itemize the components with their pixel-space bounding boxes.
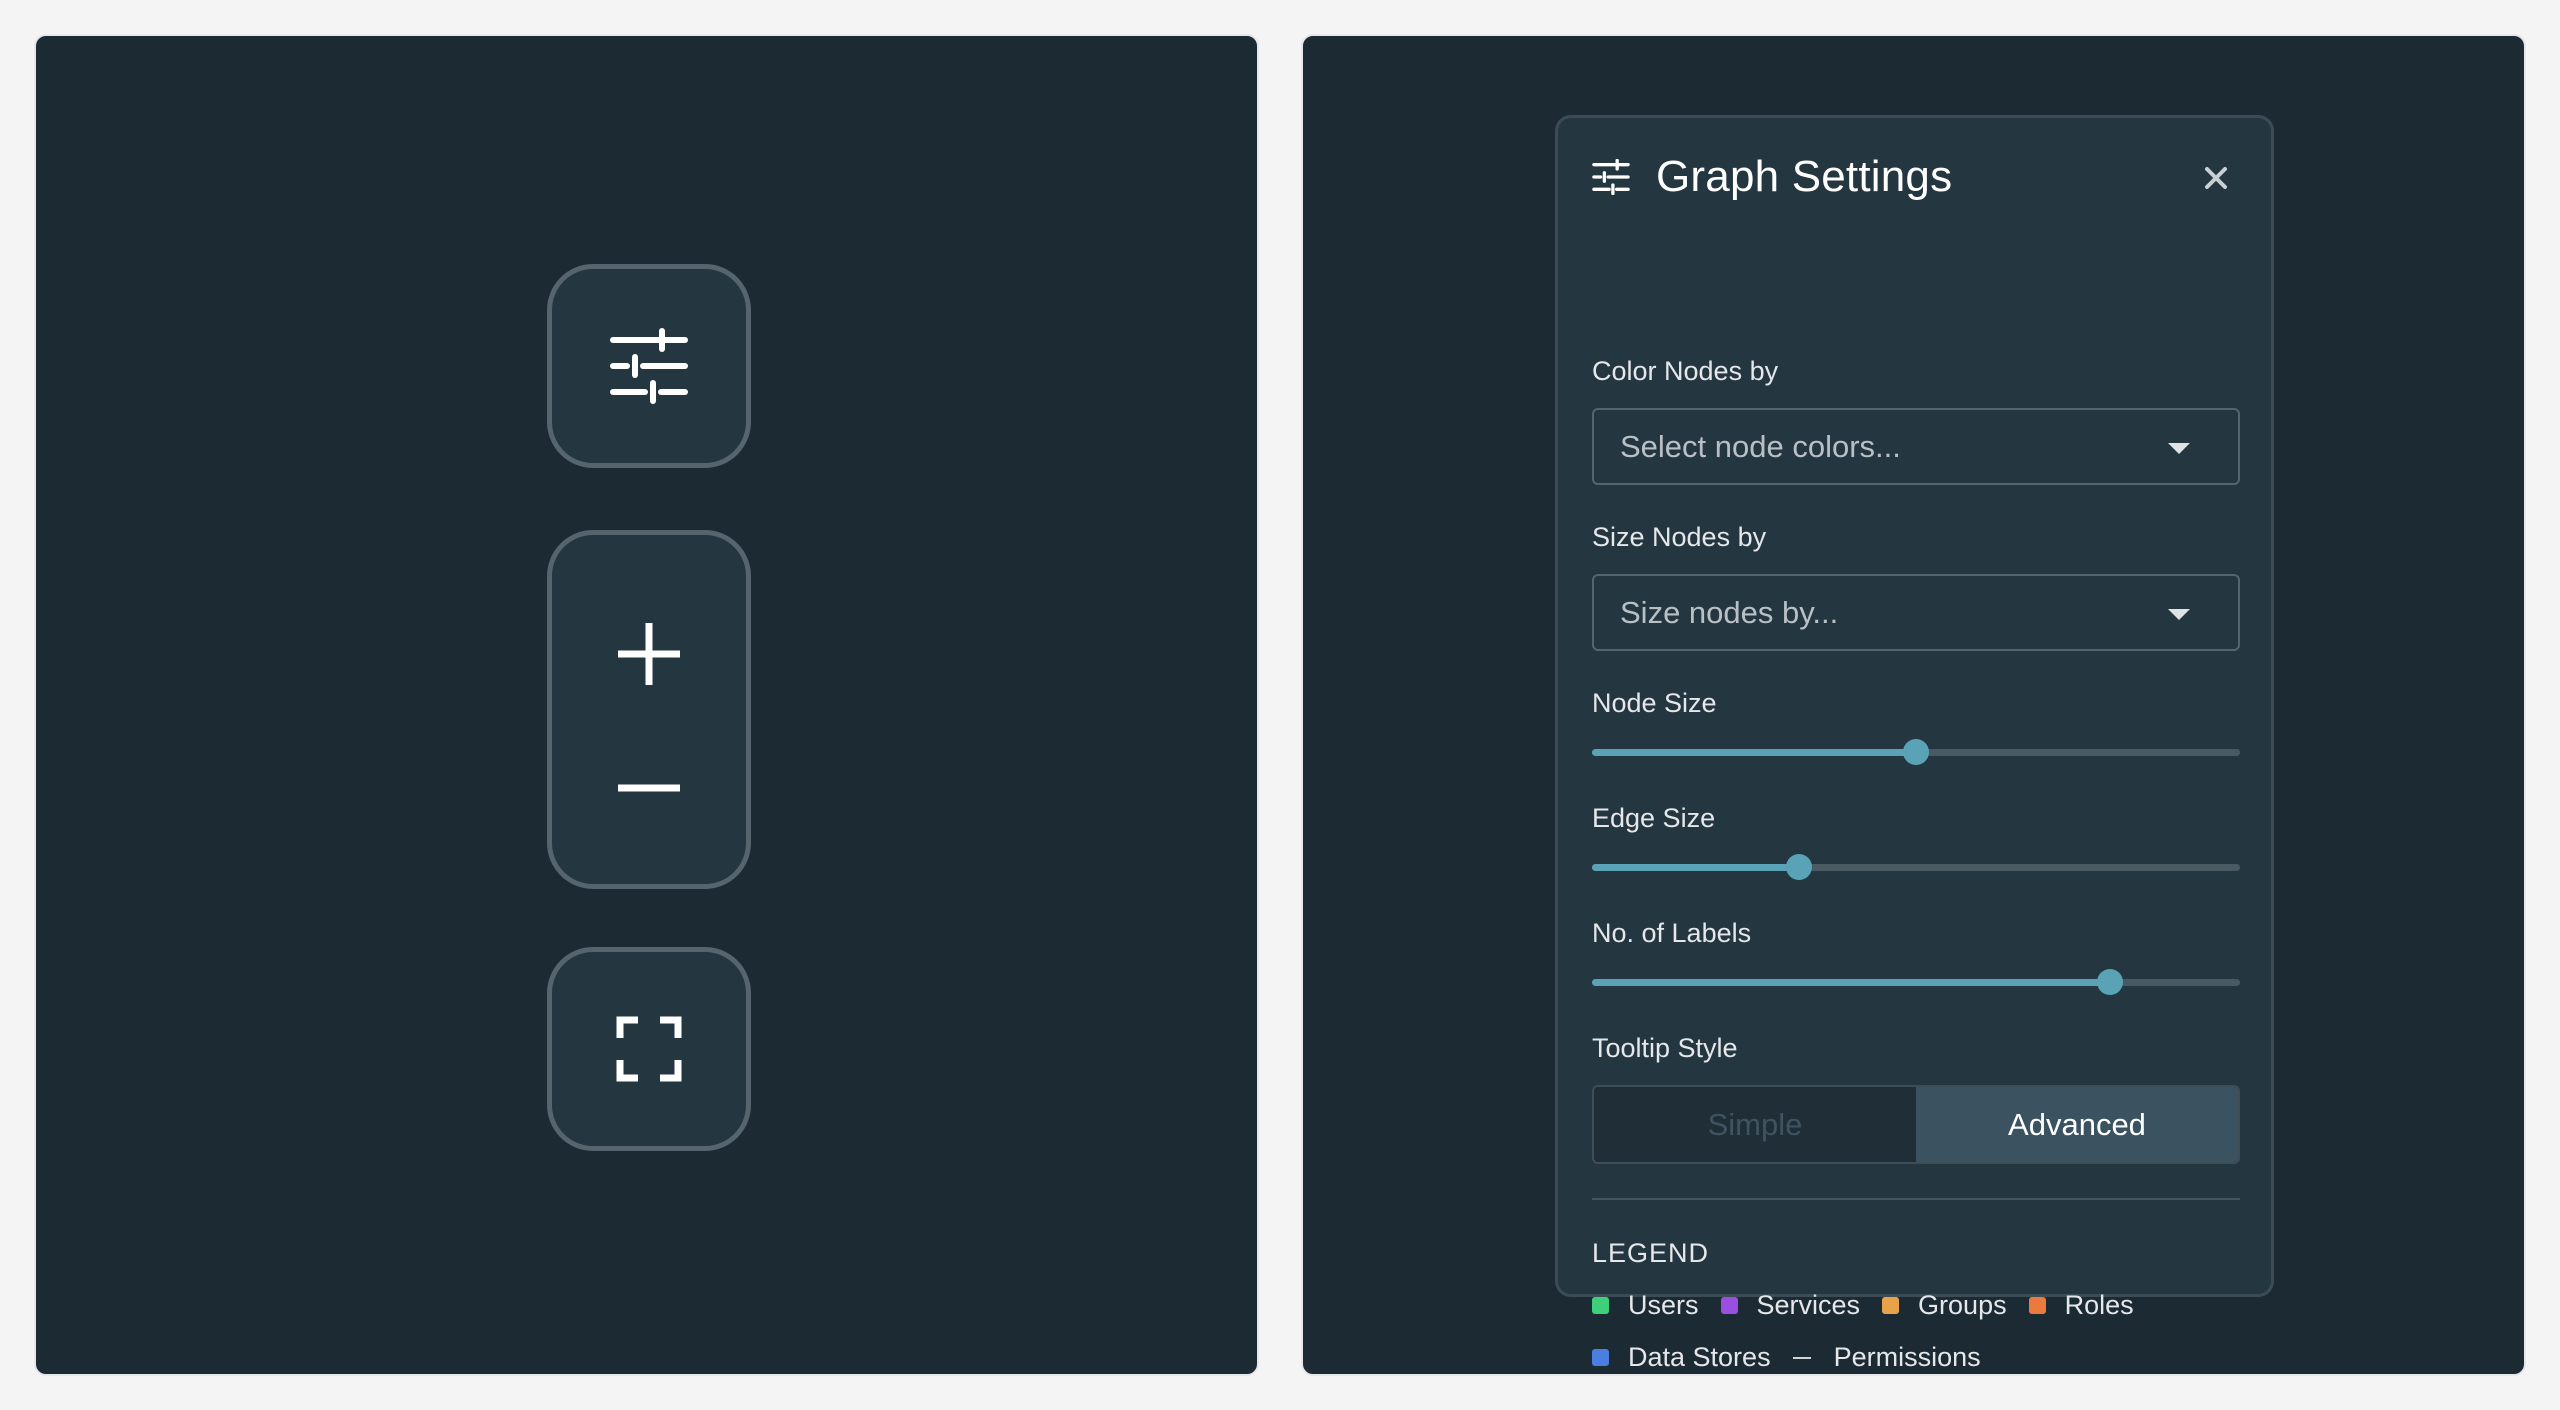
size-nodes-label: Size Nodes by bbox=[1592, 522, 1767, 552]
tooltip-option-advanced[interactable]: Advanced bbox=[1916, 1087, 2238, 1162]
legend-item-services: Services bbox=[1720, 1290, 1861, 1321]
slider-fill bbox=[1592, 979, 2111, 986]
chevron-down-icon bbox=[2168, 609, 2190, 620]
legend-row-2: Data Stores Permissions bbox=[1592, 1342, 2003, 1373]
tooltip-style-label: Tooltip Style bbox=[1592, 1033, 1738, 1063]
legend-swatch bbox=[1882, 1297, 1900, 1314]
legend-label: Users bbox=[1628, 1290, 1699, 1320]
legend-item-users: Users bbox=[1592, 1290, 1699, 1321]
edge-size-label: Edge Size bbox=[1592, 803, 1716, 833]
slider-thumb[interactable] bbox=[2097, 969, 2124, 995]
sliders-icon bbox=[1592, 159, 1630, 195]
zoom-control bbox=[547, 530, 751, 889]
panel-header: Graph Settings bbox=[1592, 152, 1952, 202]
slider-thumb[interactable] bbox=[1903, 739, 1929, 765]
legend-label: Permissions bbox=[1833, 1342, 1981, 1372]
legend-item-roles: Roles bbox=[2028, 1290, 2134, 1321]
graph-canvas-left[interactable] bbox=[34, 34, 1259, 1376]
legend-swatch bbox=[2028, 1297, 2046, 1314]
panel-title: Graph Settings bbox=[1656, 152, 1953, 201]
edge-size-slider[interactable] bbox=[1592, 854, 2240, 880]
legend-swatch bbox=[1592, 1349, 1609, 1366]
size-nodes-select[interactable]: Size nodes by... bbox=[1592, 574, 2240, 651]
size-nodes-placeholder: Size nodes by... bbox=[1620, 594, 1839, 630]
legend-row-1: Users Services Groups Roles bbox=[1592, 1290, 2156, 1321]
close-icon[interactable] bbox=[2201, 163, 2231, 193]
legend-swatch bbox=[1720, 1297, 1738, 1314]
color-nodes-label: Color Nodes by bbox=[1592, 356, 1779, 386]
sliders-icon bbox=[610, 328, 688, 404]
legend-item-groups: Groups bbox=[1882, 1290, 2007, 1321]
divider bbox=[1592, 1198, 2240, 1200]
graph-canvas-right[interactable]: Graph Settings Color Nodes by Select nod… bbox=[1301, 34, 2526, 1376]
labels-count-slider[interactable] bbox=[1592, 969, 2240, 995]
legend-line bbox=[1792, 1356, 1811, 1359]
legend-label: Groups bbox=[1918, 1290, 2007, 1320]
legend-label: Services bbox=[1756, 1290, 1861, 1320]
labels-count-label: No. of Labels bbox=[1592, 918, 1752, 948]
legend-label: Roles bbox=[2064, 1290, 2134, 1320]
settings-button[interactable] bbox=[547, 264, 751, 468]
slider-fill bbox=[1592, 864, 1800, 871]
fit-view-button[interactable] bbox=[547, 947, 751, 1151]
legend-swatch bbox=[1592, 1297, 1609, 1314]
tooltip-style-toggle: Simple Advanced bbox=[1592, 1085, 2240, 1164]
legend-item-permissions: Permissions bbox=[1792, 1342, 1981, 1373]
color-nodes-select[interactable]: Select node colors... bbox=[1592, 408, 2240, 485]
color-nodes-placeholder: Select node colors... bbox=[1620, 428, 1901, 464]
node-size-label: Node Size bbox=[1592, 688, 1717, 718]
graph-settings-panel: Graph Settings Color Nodes by Select nod… bbox=[1555, 115, 2274, 1372]
chevron-down-icon bbox=[2168, 443, 2190, 454]
legend-label: Data Stores bbox=[1628, 1342, 1771, 1372]
slider-fill bbox=[1592, 749, 1916, 756]
node-size-slider[interactable] bbox=[1592, 739, 2240, 765]
legend-item-data-stores: Data Stores bbox=[1592, 1342, 1771, 1373]
plus-icon[interactable] bbox=[616, 621, 682, 687]
fullscreen-icon bbox=[616, 1016, 682, 1082]
legend-title: LEGEND bbox=[1592, 1238, 1710, 1268]
slider-thumb[interactable] bbox=[1786, 854, 1813, 880]
minus-icon[interactable] bbox=[616, 778, 682, 798]
tooltip-option-simple[interactable]: Simple bbox=[1594, 1087, 1916, 1162]
